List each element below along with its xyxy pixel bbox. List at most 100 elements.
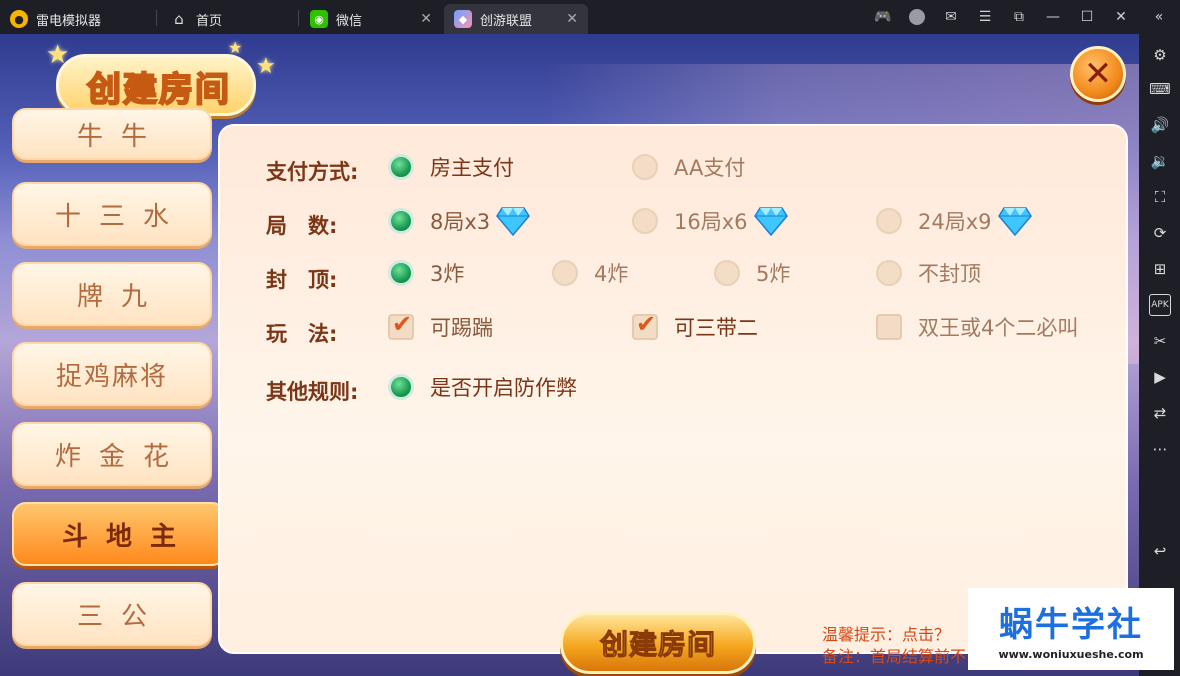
create-room-button[interactable]: 创建房间	[560, 612, 756, 674]
option-label: AA支付	[674, 156, 746, 180]
window-mode-icon[interactable]: ⧉	[1010, 8, 1028, 26]
payment-aa-option[interactable]: AA支付	[632, 152, 745, 182]
close-tab-icon[interactable]: ✕	[420, 11, 432, 27]
radio-unselected[interactable]	[714, 260, 740, 286]
close-icon: ✕	[1083, 54, 1113, 94]
category-paijiu[interactable]: 牌九	[12, 262, 212, 326]
close-button[interactable]: ✕	[1070, 46, 1126, 102]
page-title: 创建房间	[86, 69, 231, 111]
emulator-toolbar: ⚙ ⌨ 🔊 🔉 ⛶ ⟳ ⊞ APK ✂ ▶ ⇄ ⋯ ↩	[1139, 34, 1180, 676]
radio-selected[interactable]	[388, 260, 414, 286]
option-label: 可三带二	[674, 316, 758, 340]
tab-wechat[interactable]: ◉ 微信 ✕	[300, 4, 442, 34]
diamond-icon	[496, 207, 531, 236]
maximize-icon[interactable]: ☐	[1078, 8, 1096, 26]
tab-home[interactable]: ⌂ 首页	[160, 4, 298, 34]
back-icon[interactable]: ↩	[1149, 540, 1171, 562]
option-label: 8局x3	[430, 210, 491, 234]
more-icon[interactable]: ⋯	[1149, 438, 1171, 460]
radio-selected[interactable]	[388, 154, 414, 180]
collapse-sidebar-icon[interactable]: «	[1150, 8, 1168, 26]
anti-cheat-option[interactable]: 是否开启防作弊	[388, 372, 577, 402]
category-niuniu[interactable]: 牛牛	[12, 108, 212, 160]
star-icon: ★	[256, 54, 276, 79]
watermark: 蜗牛学社 www.woniuxueshe.com	[968, 588, 1174, 670]
home-icon: ⌂	[174, 10, 184, 28]
option-label: 3炸	[430, 262, 465, 286]
tab-divider	[298, 10, 299, 26]
transfer-icon[interactable]: ⇄	[1149, 402, 1171, 424]
mail-icon[interactable]: ✉	[942, 8, 960, 26]
settings-gear-icon[interactable]: ⚙	[1149, 44, 1171, 66]
category-shisanshui[interactable]: 十三水	[12, 182, 212, 246]
option-label: 房主支付	[430, 156, 514, 180]
option-label: 是否开启防作弊	[430, 376, 577, 400]
close-window-icon[interactable]: ✕	[1112, 8, 1130, 26]
radio-unselected[interactable]	[552, 260, 578, 286]
radio-selected[interactable]	[388, 208, 414, 234]
cap-none-option[interactable]: 不封顶	[876, 258, 981, 288]
category-sangong[interactable]: 三公	[12, 582, 212, 646]
cap-3-option[interactable]: 3炸	[388, 258, 464, 288]
radio-selected[interactable]	[388, 374, 414, 400]
checkbox-checked[interactable]	[388, 310, 414, 340]
radio-unselected[interactable]	[876, 208, 902, 234]
other-rules-label: 其他规则:	[266, 380, 359, 404]
cap-5-option[interactable]: 5炸	[714, 258, 790, 288]
menu-icon[interactable]: ☰	[976, 8, 994, 26]
watermark-url: www.woniuxueshe.com	[998, 648, 1144, 661]
volume-down-icon[interactable]: 🔉	[1149, 150, 1171, 172]
minimize-icon[interactable]: —	[1044, 8, 1062, 26]
tab-label: 微信	[336, 13, 363, 29]
option-label: 16局x6	[674, 210, 748, 234]
radio-unselected[interactable]	[632, 154, 658, 180]
volume-up-icon[interactable]: 🔊	[1149, 114, 1171, 136]
emulator-logo-icon: ●	[10, 10, 28, 28]
watermark-title: 蜗牛学社	[999, 605, 1143, 645]
room-rules-panel: 支付方式: 房主支付 AA支付 局 数: 8局x3 16局x6 24局x9 封 …	[218, 124, 1128, 654]
game-category-list: 牛牛 十三水 牌九 捉鸡麻将 炸金花 斗地主 三公	[6, 108, 226, 656]
add-window-icon[interactable]: ⊞	[1149, 258, 1171, 280]
payment-label: 支付方式:	[266, 160, 359, 184]
scissors-icon[interactable]: ✂	[1149, 330, 1171, 352]
tab-emulator-home[interactable]: ● 雷电模拟器	[0, 4, 156, 34]
category-zhajinhua[interactable]: 炸金花	[12, 422, 212, 486]
note-line: 备注：首局结算前不	[822, 647, 967, 666]
radio-unselected[interactable]	[632, 208, 658, 234]
payment-owner-option[interactable]: 房主支付	[388, 152, 514, 182]
rounds-label: 局 数:	[266, 214, 338, 238]
radio-unselected[interactable]	[876, 260, 902, 286]
wechat-icon: ◉	[310, 10, 328, 28]
game-screen: ★ ★ ★ ★ 创建房间 ✕ 牛牛 十三水 牌九 捉鸡麻将 炸金花 斗地主 三公…	[0, 34, 1139, 676]
rounds-24-option[interactable]: 24局x9	[876, 206, 1032, 236]
category-zhuoji-mahjong[interactable]: 捉鸡麻将	[12, 342, 212, 406]
emulator-titlebar: ● 雷电模拟器 ⌂ 首页 ◉ 微信 ✕ ◆ 创游联盟 ✕ 🎮 ✉ ☰ ⧉ — ☐…	[0, 0, 1180, 34]
category-doudizhu[interactable]: 斗地主	[12, 502, 226, 566]
option-label: 5炸	[756, 262, 791, 286]
rounds-16-option[interactable]: 16局x6	[632, 206, 788, 236]
play-must-call-option[interactable]: 双王或4个二必叫	[876, 312, 1078, 342]
fullscreen-icon[interactable]: ⛶	[1149, 186, 1171, 208]
play-three-two-option[interactable]: 可三带二	[632, 310, 758, 342]
diamond-icon	[753, 207, 788, 236]
tab-label: 雷电模拟器	[36, 13, 102, 29]
close-tab-icon[interactable]: ✕	[566, 11, 578, 27]
play-label: 玩 法:	[266, 322, 338, 346]
tab-label: 创游联盟	[480, 13, 533, 29]
option-label: 可踢踹	[430, 316, 493, 340]
tab-game[interactable]: ◆ 创游联盟 ✕	[444, 4, 588, 34]
option-label: 4炸	[594, 262, 629, 286]
play-kick-option[interactable]: 可踢踹	[388, 310, 493, 342]
rounds-8-option[interactable]: 8局x3	[388, 206, 531, 236]
gamepad-icon[interactable]: 🎮	[874, 8, 892, 26]
keyboard-icon[interactable]: ⌨	[1149, 78, 1171, 100]
option-label: 不封顶	[918, 262, 981, 286]
checkbox-unchecked[interactable]	[876, 314, 902, 340]
sync-icon[interactable]: ⟳	[1149, 222, 1171, 244]
record-video-icon[interactable]: ▶	[1149, 366, 1171, 388]
option-label: 24局x9	[918, 210, 992, 234]
user-avatar-icon[interactable]	[908, 8, 926, 26]
apk-install-icon[interactable]: APK	[1149, 294, 1171, 316]
checkbox-checked[interactable]	[632, 310, 658, 340]
cap-4-option[interactable]: 4炸	[552, 258, 628, 288]
